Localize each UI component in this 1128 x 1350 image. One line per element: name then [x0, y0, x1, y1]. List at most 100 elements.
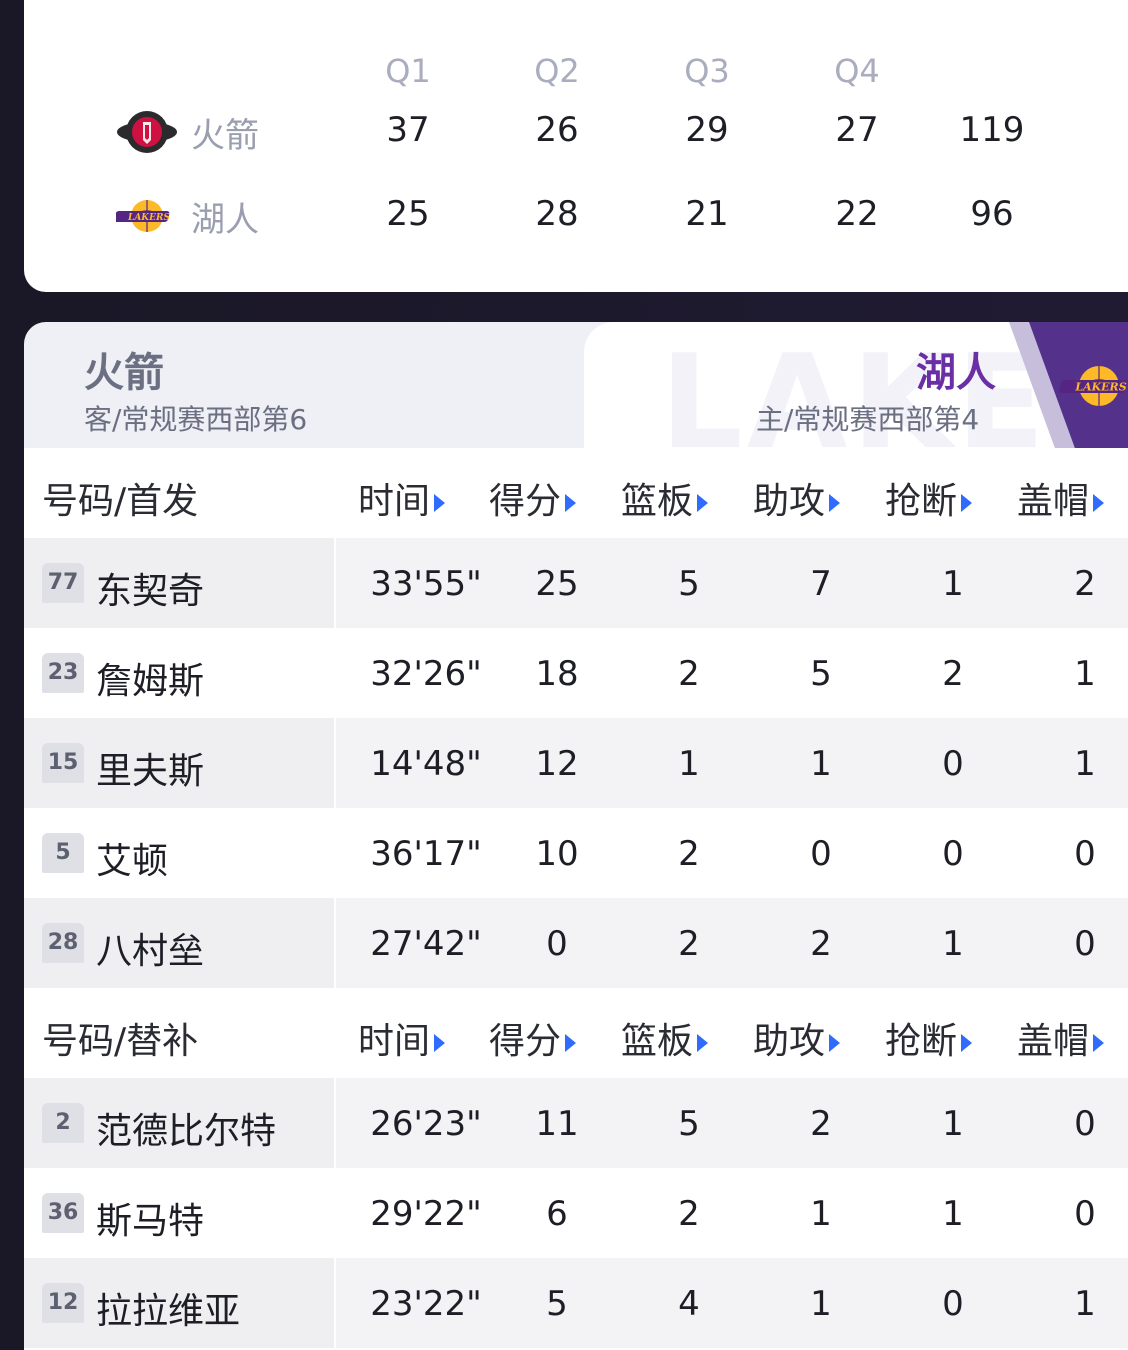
column-label: 助攻	[753, 1021, 826, 1062]
jersey-number-badge: 12	[42, 1283, 84, 1323]
sort-time-header[interactable]: 时间	[358, 1012, 446, 1064]
quarter-row-lakers: LAKERS 湖人 25 28 21 22 96	[24, 188, 1128, 248]
player-row[interactable]: 2 范德比尔特 26'23" 11 5 2 1 0	[24, 1078, 1128, 1168]
sort-arrow-icon	[697, 494, 709, 512]
column-divider	[334, 628, 336, 718]
jersey-number-badge: 36	[42, 1193, 84, 1233]
q3-header: Q3	[684, 52, 730, 90]
points-value: 18	[535, 654, 579, 694]
points-value: 6	[546, 1194, 568, 1234]
steals-value: 1	[942, 924, 964, 964]
sort-arrow-icon	[565, 494, 577, 512]
player-name-cell: 28 八村垒	[24, 898, 334, 988]
player-name-cell: 23 詹姆斯	[24, 628, 334, 718]
sort-arrow-icon	[961, 494, 973, 512]
lakers-wordmark: LAKERS	[127, 213, 170, 223]
sort-blocks-header[interactable]: 盖帽	[1017, 472, 1105, 524]
sort-assists-header[interactable]: 助攻	[753, 1012, 841, 1064]
points-value: 0	[546, 924, 568, 964]
blocks-value: 0	[1074, 1194, 1096, 1234]
sort-arrow-icon	[434, 1034, 446, 1052]
points-value: 11	[535, 1104, 579, 1144]
rebounds-value: 5	[678, 1104, 700, 1144]
assists-value: 1	[810, 1194, 832, 1234]
away-team-subtitle: 客/常规赛西部第6	[84, 403, 308, 436]
steals-value: 0	[942, 834, 964, 874]
column-divider	[334, 898, 336, 988]
player-row[interactable]: 5 艾顿 36'17" 10 2 0 0 0	[24, 808, 1128, 898]
player-row[interactable]: 23 詹姆斯 32'26" 18 2 5 2 1	[24, 628, 1128, 718]
team-switch-header: LAKERS 火箭 客/常规赛西部第6 湖人 主/常规赛西部第4 LAKERS	[24, 322, 1128, 448]
home-team-tab[interactable]: 湖人	[916, 340, 996, 398]
player-stats-table: 号码/首发 时间 得分 篮板 助攻 抢断 盖帽 77 东契奇 33'55" 25 5 7 1 2 23 詹姆斯 3…	[24, 448, 1128, 1350]
steals-value: 1	[942, 1194, 964, 1234]
score-cell: 22	[835, 194, 879, 234]
player-name: 八村垒	[96, 931, 205, 972]
score-cell: 25	[386, 194, 430, 234]
column-label: 篮板	[621, 481, 694, 522]
jersey-number-badge: 2	[42, 1103, 84, 1143]
player-name-cell: 15 里夫斯	[24, 718, 334, 808]
rebounds-value: 2	[678, 924, 700, 964]
sort-arrow-icon	[1093, 1034, 1105, 1052]
player-name: 里夫斯	[96, 751, 205, 792]
lakers-logo: LAKERS	[116, 200, 170, 232]
player-row[interactable]: 36 斯马特 29'22" 6 2 1 1 0	[24, 1168, 1128, 1258]
points-value: 5	[546, 1284, 568, 1324]
column-label: 时间	[358, 1021, 431, 1062]
sort-blocks-header[interactable]: 盖帽	[1017, 1012, 1105, 1064]
player-name: 拉拉维亚	[96, 1291, 241, 1332]
time-value: 33'55"	[370, 564, 482, 604]
rebounds-value: 2	[678, 654, 700, 694]
player-name: 艾顿	[96, 841, 169, 882]
away-team-tab[interactable]: 火箭	[84, 340, 164, 398]
sort-arrow-icon	[434, 494, 446, 512]
column-divider	[334, 538, 336, 628]
sort-time-header[interactable]: 时间	[358, 472, 446, 524]
assists-value: 1	[810, 1284, 832, 1324]
quarter-row-rockets: 火箭 37 26 29 27 119	[24, 104, 1128, 164]
player-name-cell: 12 拉拉维亚	[24, 1258, 334, 1348]
steals-value: 1	[942, 564, 964, 604]
player-name: 斯马特	[96, 1201, 205, 1242]
sort-arrow-icon	[565, 1034, 577, 1052]
column-divider	[334, 1078, 336, 1168]
points-value: 25	[535, 564, 579, 604]
sort-rebounds-header[interactable]: 篮板	[621, 472, 709, 524]
q4-header: Q4	[834, 52, 880, 90]
steals-value: 0	[942, 744, 964, 784]
steals-value: 1	[942, 1104, 964, 1144]
blocks-value: 1	[1074, 654, 1096, 694]
sort-steals-header[interactable]: 抢断	[885, 1012, 973, 1064]
player-row[interactable]: 77 东契奇 33'55" 25 5 7 1 2	[24, 538, 1128, 628]
sort-steals-header[interactable]: 抢断	[885, 472, 973, 524]
jersey-number-badge: 77	[42, 563, 84, 603]
column-label: 盖帽	[1017, 481, 1090, 522]
sort-assists-header[interactable]: 助攻	[753, 472, 841, 524]
column-divider	[334, 808, 336, 898]
assists-value: 2	[810, 924, 832, 964]
player-row[interactable]: 28 八村垒 27'42" 0 2 2 1 0	[24, 898, 1128, 988]
rebounds-value: 2	[678, 1194, 700, 1234]
rebounds-value: 1	[678, 744, 700, 784]
score-cell: 26	[535, 110, 579, 150]
score-cell: 37	[386, 110, 430, 150]
column-label: 抢断	[885, 1021, 958, 1062]
home-team-subtitle: 主/常规赛西部第4	[756, 403, 980, 436]
sort-points-header[interactable]: 得分	[489, 1012, 577, 1064]
player-name-cell: 2 范德比尔特	[24, 1078, 334, 1168]
jersey-number-badge: 23	[42, 653, 84, 693]
assists-value: 0	[810, 834, 832, 874]
player-row[interactable]: 12 拉拉维亚 23'22" 5 4 1 0 1	[24, 1258, 1128, 1348]
sort-arrow-icon	[829, 1034, 841, 1052]
time-value: 14'48"	[370, 744, 482, 784]
score-cell: 27	[835, 110, 879, 150]
player-row[interactable]: 15 里夫斯 14'48" 12 1 1 0 1	[24, 718, 1128, 808]
sort-points-header[interactable]: 得分	[489, 472, 577, 524]
player-name-cell: 77 东契奇	[24, 538, 334, 628]
points-value: 10	[535, 834, 579, 874]
assists-value: 7	[810, 564, 832, 604]
sort-rebounds-header[interactable]: 篮板	[621, 1012, 709, 1064]
sort-arrow-icon	[829, 494, 841, 512]
player-name: 东契奇	[96, 571, 205, 612]
